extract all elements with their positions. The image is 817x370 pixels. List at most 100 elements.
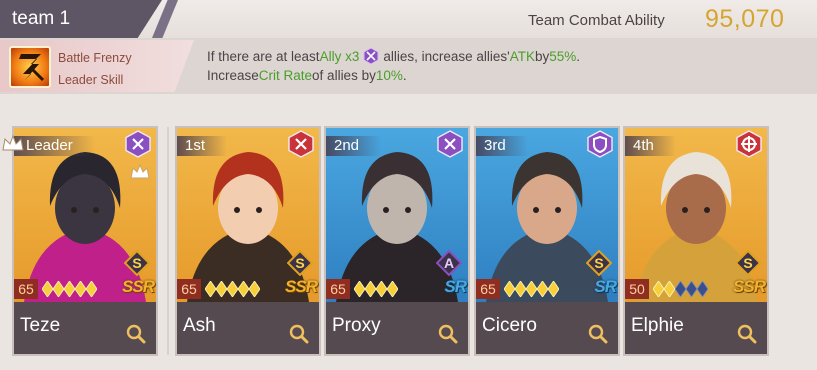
purple-sword-class-icon	[362, 47, 380, 65]
leader-skill-name: Battle Frenzy	[58, 51, 132, 65]
battle-frenzy-skill-icon[interactable]	[9, 46, 51, 88]
hero-card-2nd[interactable]: 2nd A 65 SR Proxy	[324, 126, 470, 356]
hero-card-3rd[interactable]: 3rd S 65 SR Cicero	[474, 126, 620, 356]
star-icon	[238, 281, 249, 297]
desc-text: of allies by	[312, 68, 376, 83]
desc-text: by	[534, 48, 550, 64]
svg-text:S: S	[295, 255, 304, 271]
star-icon	[504, 281, 515, 297]
desc-stat: ATK	[509, 48, 535, 64]
leader-divider	[167, 127, 169, 355]
star-icon	[515, 281, 526, 297]
rarity-label: SR	[594, 277, 617, 296]
crossed-swords-icon	[124, 130, 152, 158]
grade-badge: S	[123, 249, 151, 277]
slot-label: 1st	[177, 136, 228, 156]
leader-crown-small-icon	[130, 164, 150, 179]
star-icon	[664, 281, 675, 297]
search-icon[interactable]	[438, 324, 458, 344]
search-icon[interactable]	[737, 324, 757, 344]
crossed-swords-icon	[287, 130, 315, 158]
star-icon	[365, 281, 376, 297]
desc-text: Increase	[207, 68, 259, 83]
star-icon	[42, 281, 53, 297]
ally-count: Ally x3	[319, 48, 360, 64]
rarity-label: SSR	[733, 277, 766, 296]
grade-badge: S	[286, 249, 314, 277]
hero-level: 65	[476, 279, 500, 299]
hero-name-bar: Ash	[177, 302, 319, 354]
star-icon	[537, 281, 548, 297]
desc-text: .	[402, 68, 407, 83]
leader-skill-description-line-2: Increase Crit Rate of allies by 10% .	[207, 68, 407, 83]
star-icon	[227, 281, 238, 297]
star-icon	[53, 281, 64, 297]
hero-name: Elphie	[631, 315, 684, 336]
desc-stat: Crit Rate	[258, 68, 313, 83]
hero-card-1st[interactable]: 1st S 65 SSR Ash	[175, 126, 321, 356]
star-rating	[205, 281, 260, 297]
rarity-label: SR	[444, 277, 467, 296]
search-icon[interactable]	[588, 324, 608, 344]
hero-name-bar: Proxy	[326, 302, 468, 354]
hero-name-bar: Cicero	[476, 302, 618, 354]
cross-icon	[735, 130, 763, 158]
top-bar: team 1 Team Combat Ability 95,070	[0, 0, 817, 38]
hero-card-4th[interactable]: 4th S 50 SSR Elphie	[623, 126, 769, 356]
star-icon	[376, 281, 387, 297]
desc-text: .	[576, 48, 581, 64]
team-combat-ability-label: Team Combat Ability	[528, 12, 665, 29]
slot-label: 3rd	[476, 136, 528, 156]
star-icon	[686, 281, 697, 297]
search-icon[interactable]	[289, 324, 309, 344]
slot-label: 4th	[625, 136, 676, 156]
svg-text:S: S	[743, 255, 752, 271]
hero-name: Proxy	[332, 315, 381, 336]
slot-label: Leader	[14, 136, 95, 156]
star-icon	[675, 281, 686, 297]
desc-text: If there are at least	[207, 48, 320, 64]
team-name[interactable]: team 1	[12, 8, 70, 30]
hero-level: 65	[177, 279, 201, 299]
leader-skill-type: Leader Skill	[58, 73, 124, 87]
hero-name: Cicero	[482, 315, 537, 336]
rarity-label: SSR	[122, 277, 155, 296]
hero-level: 65	[14, 279, 38, 299]
star-icon	[249, 281, 260, 297]
star-rating	[354, 281, 398, 297]
desc-value: 10%	[375, 68, 403, 83]
hero-card-leader[interactable]: Leader S 65 SSR Teze	[12, 126, 158, 356]
grade-badge: A	[435, 249, 463, 277]
hero-name-bar: Elphie	[625, 302, 767, 354]
hero-name: Teze	[20, 315, 61, 336]
star-icon	[653, 281, 664, 297]
star-icon	[387, 281, 398, 297]
search-icon[interactable]	[126, 324, 146, 344]
star-icon	[216, 281, 227, 297]
star-icon	[354, 281, 365, 297]
star-icon	[548, 281, 559, 297]
svg-text:A: A	[444, 255, 454, 271]
grade-badge: S	[585, 249, 613, 277]
team-combat-ability-value: 95,070	[705, 5, 785, 33]
leader-skill-description-line-1: If there are at least Ally x3 allies, in…	[207, 47, 580, 65]
star-rating	[653, 281, 708, 297]
desc-text: allies, increase allies'	[383, 48, 510, 64]
crossed-swords-icon	[436, 130, 464, 158]
hero-name-bar: Teze	[14, 302, 156, 354]
star-icon	[205, 281, 216, 297]
leader-crown-icon	[2, 134, 24, 151]
svg-text:S: S	[594, 255, 603, 271]
star-rating	[504, 281, 559, 297]
star-icon	[526, 281, 537, 297]
star-icon	[86, 281, 97, 297]
star-icon	[75, 281, 86, 297]
grade-badge: S	[734, 249, 762, 277]
slot-label: 2nd	[326, 136, 382, 156]
hero-level: 50	[625, 279, 649, 299]
star-rating	[42, 281, 97, 297]
hero-level: 65	[326, 279, 350, 299]
star-icon	[64, 281, 75, 297]
desc-value: 55%	[549, 48, 577, 64]
shield-icon	[586, 130, 614, 158]
